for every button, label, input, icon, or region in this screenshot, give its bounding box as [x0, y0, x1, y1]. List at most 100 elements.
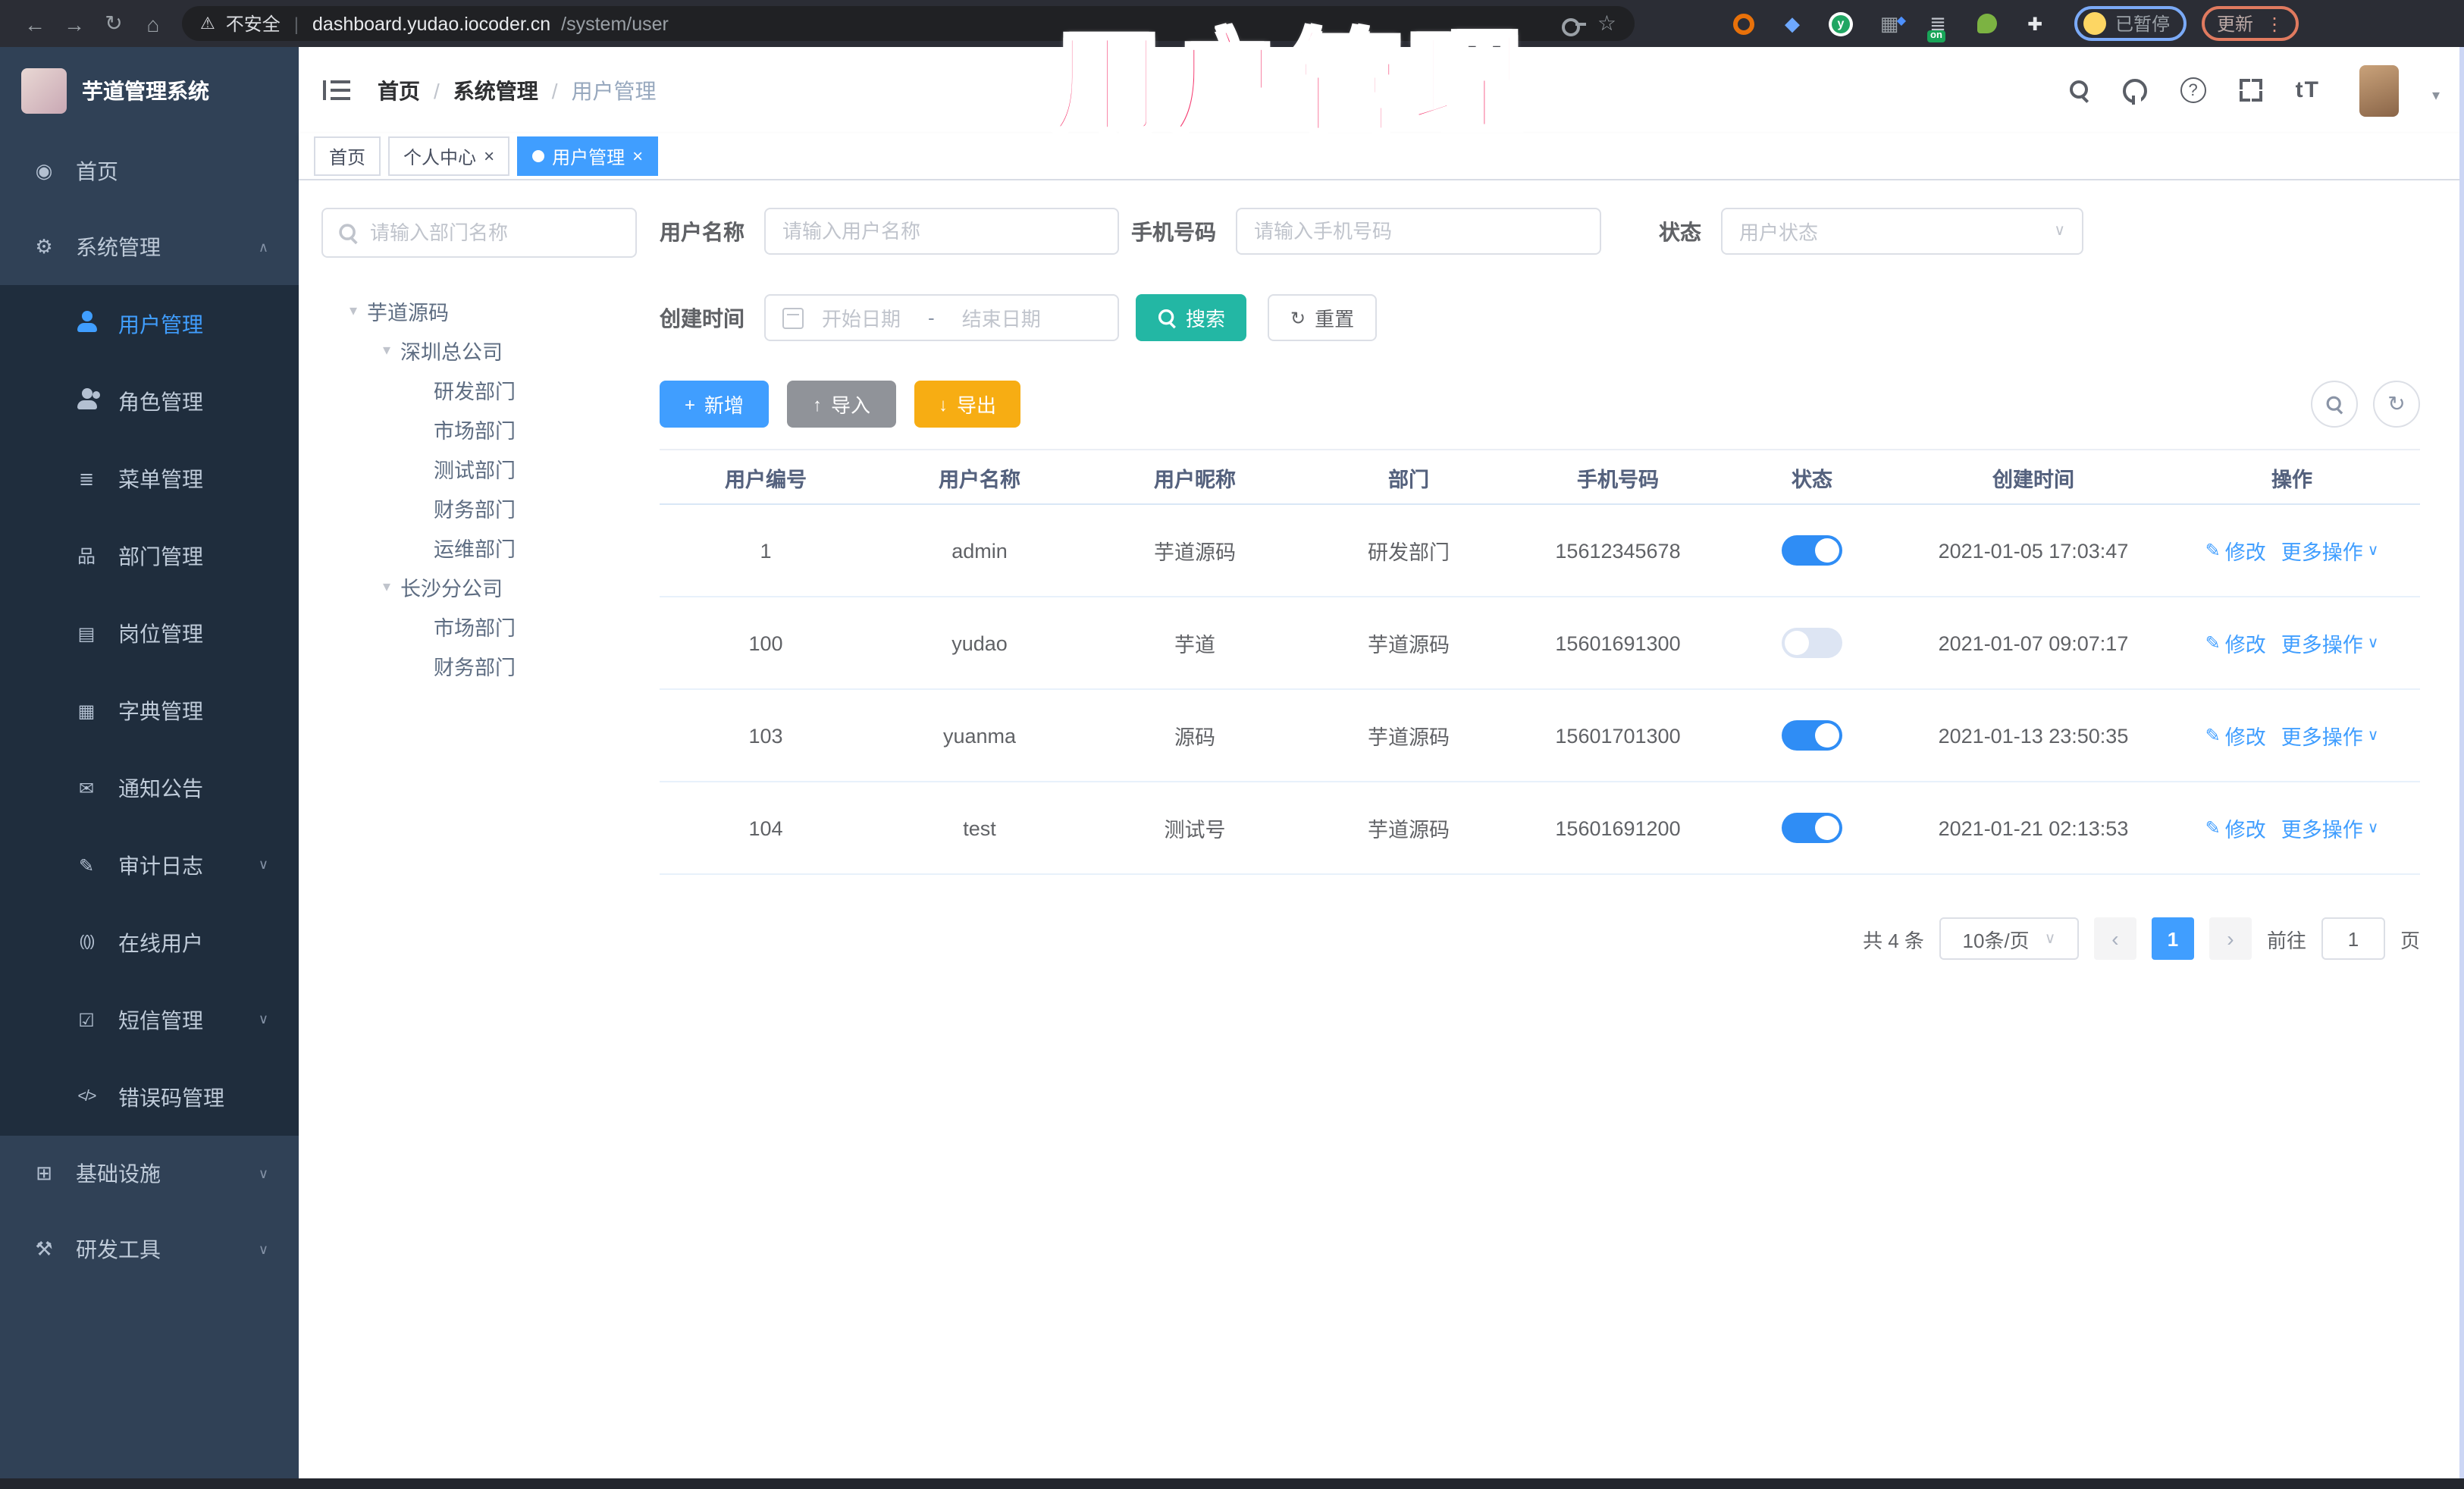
- extension-icon-grid[interactable]: ▦ ◆: [1877, 11, 1906, 36]
- pencil-icon: ✎: [2205, 817, 2221, 839]
- bookmark-star-icon[interactable]: ☆: [1597, 11, 1616, 36]
- dept-search-input[interactable]: [370, 221, 620, 244]
- prev-page-button[interactable]: ‹: [2093, 917, 2136, 960]
- search-icon: [2326, 396, 2343, 412]
- username-input[interactable]: [782, 220, 1101, 243]
- browser-home-icon[interactable]: ⌂: [133, 11, 173, 36]
- browser-profile-button[interactable]: 已暂停: [2074, 6, 2187, 41]
- sidebar-item-online-users[interactable]: (()) 在线用户: [0, 904, 299, 981]
- edit-link[interactable]: ✎ 修改: [2205, 813, 2266, 843]
- tree-node[interactable]: 运维部门: [321, 528, 640, 567]
- font-size-icon[interactable]: tT: [2296, 77, 2320, 103]
- next-page-button[interactable]: ›: [2209, 917, 2252, 960]
- tree-node[interactable]: 财务部门: [321, 488, 640, 528]
- reset-button[interactable]: ↻ 重置: [1268, 294, 1378, 341]
- update-label: 更新: [2217, 14, 2254, 35]
- import-button[interactable]: ↑ 导入: [787, 381, 896, 428]
- browser-reload-icon[interactable]: ↻: [94, 11, 133, 36]
- extension-icon-green[interactable]: y: [1829, 11, 1853, 36]
- refresh-table-button[interactable]: ↻: [2373, 381, 2420, 428]
- tree-node[interactable]: ▾ 芋道源码: [321, 291, 640, 331]
- tree-node[interactable]: 研发部门: [321, 370, 640, 409]
- tree-caret-icon[interactable]: ▾: [340, 303, 367, 319]
- more-actions-link[interactable]: 更多操作 ∨: [2281, 720, 2379, 751]
- sidebar-item-infrastructure[interactable]: ⊞ 基础设施 ∨: [0, 1136, 299, 1212]
- pagination: 共 4 条 10条/页 ∨ ‹ 1 › 前往 页: [660, 917, 2420, 960]
- sidebar-item-depts[interactable]: 品 部门管理: [0, 517, 299, 594]
- sidebar-item-menus[interactable]: ≣ 菜单管理: [0, 440, 299, 517]
- tree-node[interactable]: 财务部门: [321, 646, 640, 685]
- tab-user-management[interactable]: 用户管理 ×: [517, 136, 659, 176]
- status-toggle[interactable]: [1782, 720, 1842, 751]
- close-icon[interactable]: ×: [632, 146, 643, 167]
- extension-icon-ring[interactable]: [1732, 11, 1756, 36]
- status-toggle[interactable]: [1782, 813, 1842, 843]
- breadcrumb-home[interactable]: 首页: [378, 75, 420, 105]
- edit-link[interactable]: ✎ 修改: [2205, 535, 2266, 566]
- browser-menu-icon[interactable]: ⋮: [2265, 13, 2284, 34]
- sidebar-item-roles[interactable]: 角色管理: [0, 362, 299, 440]
- sidebar-item-sms[interactable]: ☑ 短信管理 ∨: [0, 981, 299, 1058]
- extension-icon-gem[interactable]: ◆: [1780, 11, 1804, 36]
- browser-back-icon[interactable]: ←: [15, 11, 55, 36]
- current-page-button[interactable]: 1: [2151, 917, 2194, 960]
- status-toggle[interactable]: [1782, 628, 1842, 658]
- sidebar-item-dict[interactable]: ▦ 字典管理: [0, 672, 299, 749]
- sidebar-item-users[interactable]: 用户管理: [0, 285, 299, 362]
- close-icon[interactable]: ×: [484, 146, 494, 167]
- tree-caret-icon[interactable]: ▾: [373, 342, 400, 359]
- avatar-caret-icon[interactable]: ▾: [2432, 88, 2440, 105]
- mobile-input[interactable]: [1254, 220, 1583, 243]
- app-logo-image: [21, 67, 67, 113]
- extension-icon-sprout[interactable]: [1974, 11, 1998, 36]
- tree-caret-icon[interactable]: ▾: [373, 578, 400, 595]
- export-button[interactable]: ↓ 导出: [914, 381, 1020, 428]
- page-scrollbar[interactable]: [2459, 47, 2464, 1478]
- sidebar-item-notice[interactable]: ✉ 通知公告: [0, 749, 299, 826]
- fullscreen-icon[interactable]: [2239, 79, 2262, 102]
- sidebar-item-audit-log[interactable]: ✎ 审计日志 ∨: [0, 826, 299, 904]
- sidebar-item-dev-tools[interactable]: ⚒ 研发工具 ∨: [0, 1212, 299, 1287]
- browser-forward-icon[interactable]: →: [55, 11, 94, 36]
- app-logo-row[interactable]: 芋道管理系统: [0, 47, 299, 133]
- tree-node[interactable]: 测试部门: [321, 449, 640, 488]
- toggle-search-button[interactable]: [2311, 381, 2358, 428]
- password-key-icon[interactable]: [1562, 16, 1587, 36]
- app-title: 芋道管理系统: [82, 78, 209, 102]
- sidebar-item-home[interactable]: ◉ 首页: [0, 133, 299, 209]
- tree-node[interactable]: 市场部门: [321, 607, 640, 646]
- github-icon[interactable]: [2122, 78, 2147, 104]
- breadcrumb-section[interactable]: 系统管理: [453, 75, 538, 105]
- more-actions-link[interactable]: 更多操作 ∨: [2281, 813, 2379, 843]
- browser-update-button[interactable]: 更新 ⋮: [2202, 6, 2299, 41]
- tree-node[interactable]: ▾ 长沙分公司: [321, 567, 640, 607]
- security-label[interactable]: 不安全: [226, 11, 281, 36]
- help-icon[interactable]: ?: [2180, 77, 2206, 103]
- more-actions-link[interactable]: 更多操作 ∨: [2281, 535, 2379, 566]
- tab-home[interactable]: 首页: [314, 136, 381, 176]
- search-icon[interactable]: [2069, 80, 2089, 100]
- tab-profile[interactable]: 个人中心 ×: [388, 136, 510, 176]
- sidebar-item-error-codes[interactable]: </> 错误码管理: [0, 1058, 299, 1136]
- gear-icon: ⚙: [35, 235, 53, 258]
- extension-icon-list[interactable]: ≣ on: [1926, 11, 1950, 42]
- tree-node[interactable]: ▾ 深圳总公司: [321, 331, 640, 370]
- add-user-button[interactable]: + 新增: [660, 381, 769, 428]
- tree-node[interactable]: 市场部门: [321, 409, 640, 449]
- user-avatar[interactable]: [2359, 64, 2399, 116]
- status-toggle[interactable]: [1782, 535, 1842, 566]
- username-field-box: [764, 208, 1119, 255]
- more-actions-link[interactable]: 更多操作 ∨: [2281, 628, 2379, 658]
- goto-page-input[interactable]: [2321, 917, 2385, 960]
- page-size-select[interactable]: 10条/页 ∨: [1939, 917, 2079, 960]
- extensions-puzzle-icon[interactable]: ✚: [2023, 11, 2047, 36]
- edit-link[interactable]: ✎ 修改: [2205, 628, 2266, 658]
- edit-link[interactable]: ✎ 修改: [2205, 720, 2266, 751]
- status-select[interactable]: 用户状态 ∨: [1721, 208, 2083, 255]
- sidebar-item-posts[interactable]: ▤ 岗位管理: [0, 594, 299, 672]
- security-warning-icon[interactable]: ⚠: [200, 14, 215, 33]
- date-range-picker[interactable]: 开始日期 - 结束日期: [764, 294, 1119, 341]
- search-button[interactable]: 搜索: [1136, 294, 1247, 341]
- sidebar-collapse-icon[interactable]: [323, 80, 350, 100]
- sidebar-item-system[interactable]: ⚙ 系统管理 ∧: [0, 209, 299, 285]
